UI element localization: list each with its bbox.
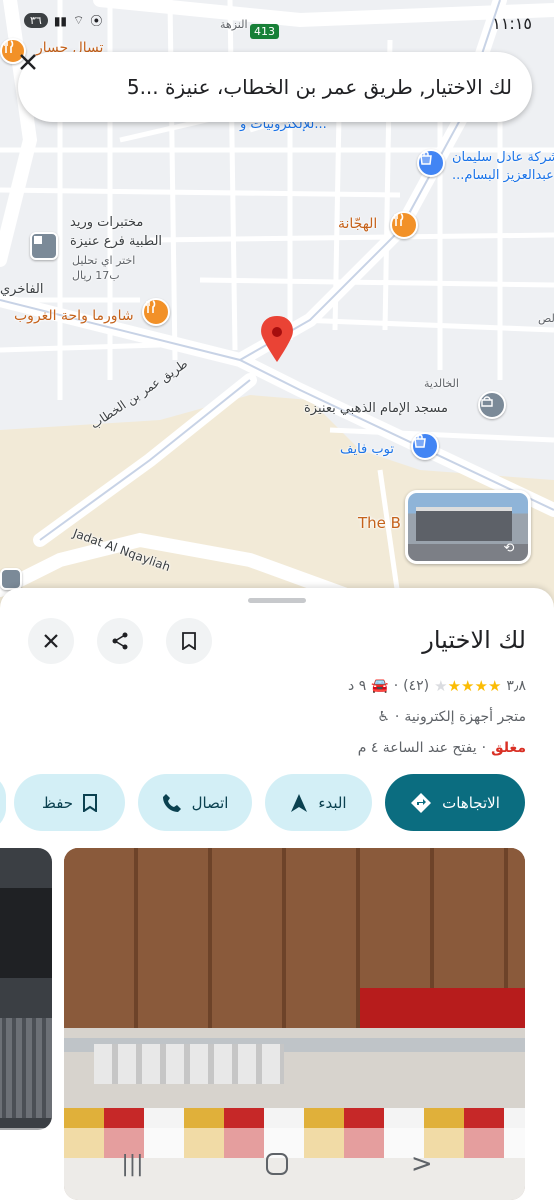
separator-dot: · <box>481 740 487 756</box>
share-icon <box>112 632 128 650</box>
photo-sign <box>0 888 52 978</box>
map-label-toub[interactable]: توب فايف <box>340 442 394 457</box>
directions-button[interactable]: الاتجاهات <box>385 774 525 831</box>
place-category: متجر أجهزة إلكترونية <box>404 709 526 725</box>
map-label-fakhiri: الفاخري <box>0 282 44 297</box>
separator-dot: · <box>394 709 400 725</box>
call-label: اتصال <box>191 793 229 812</box>
photo-boxes-red <box>360 988 525 1028</box>
lab-icon[interactable] <box>30 232 58 260</box>
start-label: البدء <box>318 793 347 812</box>
directions-icon <box>411 792 432 813</box>
search-query[interactable]: لك الاختيار, طريق عمر بن الخطاب، عنيزة .… <box>80 75 512 99</box>
car-icon: 🚘 <box>371 678 389 694</box>
battery-indicator: ٣٦ <box>24 13 48 28</box>
system-nav-bar: ||| > <box>0 1128 554 1200</box>
restaurant-icon[interactable] <box>390 211 418 239</box>
map-label-lab-4: ب17 ريال <box>72 269 120 282</box>
search-bar[interactable]: لك الاختيار, طريق عمر بن الخطاب، عنيزة .… <box>18 52 532 122</box>
save-label: حفظ <box>41 793 74 812</box>
map-label-the-b[interactable]: The B <box>358 514 401 532</box>
restaurant-icon[interactable] <box>142 298 170 326</box>
map-label-lab-3: اختر اي تحليل <box>72 254 136 267</box>
photo-shutter <box>0 1018 52 1118</box>
map-label-edge: لص <box>538 312 554 325</box>
map-label-hajana[interactable]: الهجّانة <box>338 216 377 232</box>
share-button[interactable] <box>97 618 143 664</box>
directions-label: الاتجاهات <box>442 793 500 812</box>
drag-handle[interactable] <box>248 598 306 603</box>
map-label-lab-2[interactable]: الطبية فرع عنيزة <box>70 234 162 249</box>
star-rating: ★★★★★ <box>434 677 502 695</box>
bookmark-icon <box>182 632 196 650</box>
back-button[interactable]: > <box>411 1149 433 1179</box>
bus-stop-icon[interactable] <box>0 568 22 590</box>
drive-time: ٩ د <box>348 678 367 694</box>
map-view[interactable]: النزهة تسال جسار للإلكترونيات و... شركة … <box>0 0 554 610</box>
status-time: ١١:١٥ <box>492 14 532 33</box>
rotate-360-icon: ⟲ <box>503 541 515 556</box>
road-shield: 413 <box>250 24 279 39</box>
wifi-icon: ⌔ <box>73 13 85 27</box>
phone-icon <box>162 793 181 812</box>
bookmark-icon <box>83 793 98 812</box>
hours-line[interactable]: مغلق · يفتح عند الساعة ٤ م <box>358 740 526 756</box>
map-label-adel-2[interactable]: عبدالعزيز البسام... <box>452 168 554 183</box>
close-button[interactable] <box>28 618 74 664</box>
rating-line[interactable]: ٣٫٨ ★★★★★ (٤٢) · 🚘 ٩ د <box>348 677 526 695</box>
separator-dot: · <box>393 678 399 694</box>
shopping-bag-icon[interactable] <box>411 432 439 460</box>
map-label-khalidiya: الخالدية <box>424 377 459 390</box>
shopping-bag-icon[interactable] <box>417 149 445 177</box>
location-icon: ⦿ <box>90 14 103 28</box>
home-button[interactable] <box>266 1153 289 1175</box>
navigation-arrow-icon <box>291 793 308 812</box>
place-title: لك الاختيار <box>422 626 526 654</box>
wheelchair-icon: ♿ <box>377 709 390 725</box>
more-actions-chip[interactable] <box>0 774 6 831</box>
recent-apps-button[interactable]: ||| <box>121 1152 143 1177</box>
place-sheet: لك الاختيار ٣٫٨ ★★★★★ (٤٢) · 🚘 ٩ د متجر … <box>0 588 554 1200</box>
photo-lamps <box>94 1044 284 1084</box>
rating-value: ٣٫٨ <box>506 678 526 694</box>
street-view-building <box>416 507 512 541</box>
map-label-lab-1[interactable]: مختبرات وريد <box>70 215 143 230</box>
location-pin-icon <box>261 316 293 362</box>
close-icon[interactable] <box>20 54 66 101</box>
status-bar: ٣٦ ▮▮ ⌔ ⦿ 413 ١١:١٥ <box>0 0 554 48</box>
signal-icon: ▮▮ <box>53 13 68 28</box>
place-photo-secondary[interactable] <box>0 848 52 1130</box>
open-status: مغلق <box>491 740 526 756</box>
map-label-mosque[interactable]: مسجد الإمام الذهبي بعنيزة <box>304 401 448 416</box>
map-label-shawarma[interactable]: شاورما واحة الغروب <box>14 308 134 324</box>
start-button[interactable]: البدء <box>265 774 372 831</box>
opening-hours: يفتح عند الساعة ٤ م <box>357 740 477 756</box>
review-count[interactable]: (٤٢) <box>403 678 429 694</box>
save-button[interactable]: حفظ <box>14 774 125 831</box>
mosque-icon[interactable] <box>478 391 506 419</box>
close-icon <box>44 634 58 648</box>
map-label-adel-1[interactable]: شركة عادل سليمان <box>452 150 554 165</box>
call-button[interactable]: اتصال <box>138 774 252 831</box>
bookmark-button[interactable] <box>166 618 212 664</box>
street-view-thumbnail[interactable]: ⟲ <box>405 490 531 564</box>
status-icons: ٣٦ ▮▮ ⌔ ⦿ <box>24 12 102 29</box>
category-line: متجر أجهزة إلكترونية · ♿ <box>377 709 526 725</box>
